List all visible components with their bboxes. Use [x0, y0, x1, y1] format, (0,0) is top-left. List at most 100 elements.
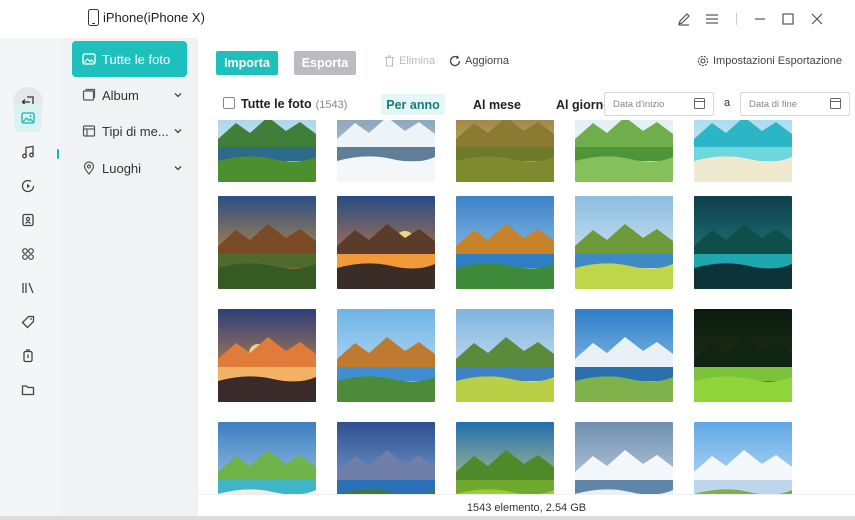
sidebar-item-places[interactable]: Luoghi: [72, 150, 187, 186]
device-name: iPhone(iPhone X): [103, 10, 205, 25]
phone-icon: [88, 9, 99, 26]
all-photos-label: Tutte le foto (1543): [241, 97, 347, 111]
photo-thumbnail[interactable]: [456, 196, 554, 289]
photo-thumbnail[interactable]: [694, 120, 792, 182]
books-icon: [22, 282, 34, 294]
maximize-button[interactable]: [777, 8, 799, 30]
rail-music[interactable]: [14, 138, 42, 166]
photo-thumbnail[interactable]: [337, 309, 435, 402]
photo-image: [218, 120, 316, 182]
music-icon: [22, 145, 34, 159]
rail-photos[interactable]: [14, 104, 42, 132]
photo-image: [694, 309, 792, 402]
import-button[interactable]: Importa: [216, 51, 278, 75]
edit-icon: [678, 13, 690, 26]
photo-icon: [82, 52, 96, 66]
apps-icon: [22, 248, 34, 260]
video-icon: [21, 179, 35, 193]
photo-thumbnail[interactable]: [575, 196, 673, 289]
photo-thumbnail[interactable]: [694, 422, 792, 494]
tab-by-day[interactable]: Al giorno: [550, 94, 608, 115]
photo-thumbnail[interactable]: [694, 309, 792, 402]
rail-books[interactable]: [14, 274, 42, 302]
refresh-icon: [449, 55, 461, 67]
category-sidebar: Tutte le foto Album Tipi di me... Luoghi: [60, 38, 198, 520]
photo-thumbnail[interactable]: [456, 422, 554, 494]
export-settings-button[interactable]: Impostazioni Esportazione: [697, 55, 842, 67]
photo-thumbnail[interactable]: [218, 309, 316, 402]
backup-icon: [23, 349, 33, 363]
close-button[interactable]: [806, 8, 828, 30]
end-date-field[interactable]: Data di fine: [740, 92, 850, 116]
status-text: 1543 elemento, 2.54 GB: [466, 501, 587, 514]
photo-thumbnail[interactable]: [218, 196, 316, 289]
photo-thumbnail[interactable]: [218, 422, 316, 494]
device-selector[interactable]: iPhone(iPhone X): [88, 9, 205, 26]
tab-by-year[interactable]: Per anno: [381, 94, 445, 115]
trash-icon: [385, 55, 394, 67]
photo-image: [575, 309, 673, 402]
title-bar: iPhone(iPhone X): [0, 0, 855, 38]
maximize-icon: [782, 13, 794, 25]
app-window: iPhone(iPhone X) Tutte le foto Album Tip…: [0, 0, 855, 520]
sidebar-item-album[interactable]: Album: [72, 77, 187, 113]
photo-grid: [198, 120, 855, 494]
delete-label: Elimina: [399, 55, 436, 67]
refresh-button[interactable]: Aggiorna: [449, 55, 509, 67]
tab-by-month[interactable]: Al mese: [465, 94, 529, 115]
photo-thumbnail[interactable]: [456, 309, 554, 402]
rail-video[interactable]: [14, 172, 42, 200]
sidebar-item-media-types[interactable]: Tipi di me...: [72, 113, 187, 149]
photo-thumbnail[interactable]: [575, 422, 673, 494]
feedback-edit-button[interactable]: [673, 8, 695, 30]
refresh-label: Aggiorna: [465, 55, 510, 67]
rail-files[interactable]: [14, 376, 42, 404]
photo-image: [694, 422, 792, 494]
album-icon: [82, 88, 96, 102]
sidebar-item-all-photos[interactable]: Tutte le foto: [72, 41, 187, 77]
rail-contacts[interactable]: [14, 206, 42, 234]
minimize-button[interactable]: [749, 8, 771, 30]
chevron-down-icon: [171, 88, 185, 102]
contacts-icon: [22, 213, 34, 227]
photo-image: [218, 309, 316, 402]
photo-thumbnail[interactable]: [694, 196, 792, 289]
rail-apps[interactable]: [14, 240, 42, 268]
photo-image: [456, 309, 554, 402]
chevron-down-icon: [171, 161, 185, 175]
export-button[interactable]: Esporta: [294, 51, 356, 75]
gear-icon: [697, 55, 709, 67]
rail-tags[interactable]: [14, 308, 42, 336]
delete-button[interactable]: Elimina: [384, 55, 435, 67]
photo-image: [456, 196, 554, 289]
select-all-checkbox[interactable]: [223, 97, 235, 109]
photo-thumbnail[interactable]: [337, 120, 435, 182]
photo-image: [575, 196, 673, 289]
rail-backup[interactable]: [14, 342, 42, 370]
calendar-icon: [830, 98, 841, 109]
chevron-down-icon: [171, 124, 185, 138]
photo-image: [456, 120, 554, 182]
photo-thumbnail[interactable]: [575, 120, 673, 182]
all-photos-text: Tutte le foto: [241, 97, 312, 111]
minimize-icon: [755, 18, 765, 20]
export-settings-label: Impostazioni Esportazione: [713, 55, 843, 67]
sidebar-item-label: Luoghi: [102, 160, 142, 176]
menu-button[interactable]: [701, 8, 723, 30]
photo-image: [218, 422, 316, 494]
calendar-icon: [694, 98, 705, 109]
photo-thumbnail[interactable]: [337, 196, 435, 289]
photo-image: [575, 422, 673, 494]
main-panel: Importa Esporta Elimina Aggiorna Imposta…: [198, 38, 855, 520]
start-date-field[interactable]: Data d'inizio: [604, 92, 714, 116]
photo-image: [694, 196, 792, 289]
photo-thumbnail[interactable]: [456, 120, 554, 182]
sidebar-item-label: Tipi di me...: [102, 123, 169, 139]
photos-icon: [21, 112, 35, 124]
close-icon: [811, 13, 823, 25]
sidebar-item-label: Album: [102, 87, 139, 103]
photo-image: [218, 196, 316, 289]
photo-thumbnail[interactable]: [337, 422, 435, 494]
photo-thumbnail[interactable]: [218, 120, 316, 182]
photo-thumbnail[interactable]: [575, 309, 673, 402]
